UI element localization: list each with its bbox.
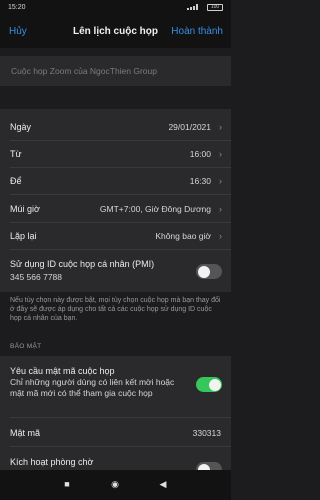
chevron-right-icon: › — [219, 122, 222, 132]
require-password-row: Yêu cầu mật mã cuộc họp Chỉ những người … — [0, 359, 231, 407]
meeting-topic-input[interactable]: Cuộc họp Zoom của NgocThien Group — [0, 56, 231, 86]
divider — [10, 417, 231, 418]
back-icon[interactable]: ◀ — [158, 479, 168, 489]
battery-icon: 100 — [207, 4, 223, 11]
password-label: Mật mã — [10, 428, 41, 438]
password-value: 330313 — [192, 428, 221, 438]
recents-icon[interactable]: ■ — [62, 479, 72, 489]
signal-icon — [187, 4, 198, 10]
home-icon[interactable]: ◉ — [110, 479, 120, 489]
from-label: Từ — [10, 149, 22, 159]
divider — [10, 249, 231, 250]
pmi-row: Sử dụng ID cuộc họp cá nhân (PMI) 345 56… — [0, 255, 231, 287]
repeat-label: Lặp lại — [10, 231, 37, 241]
timezone-label: Múi giờ — [10, 204, 40, 214]
timezone-row[interactable]: Múi giờ GMT+7:00, Giờ Đông Dương › — [0, 196, 231, 222]
pmi-note: Nếu tùy chọn này được bật, mọi tùy chọn … — [10, 297, 221, 322]
chevron-right-icon: › — [219, 204, 222, 214]
date-label: Ngày — [10, 122, 32, 132]
topic-placeholder: Cuộc họp Zoom của NgocThien Group — [11, 66, 157, 76]
chevron-right-icon: › — [219, 176, 222, 186]
require-password-desc: Chỉ những người dùng có liên kết mời hoặ… — [10, 377, 175, 398]
schedule-group: Ngày 29/01/2021 › Từ 16:00 › Để 16:30 › … — [0, 109, 231, 292]
chevron-right-icon: › — [219, 149, 222, 159]
divider — [10, 446, 231, 447]
require-password-toggle[interactable] — [196, 377, 222, 392]
to-label: Để — [10, 176, 22, 186]
date-row[interactable]: Ngày 29/01/2021 › — [0, 114, 231, 140]
pmi-value: 345 566 7788 — [10, 272, 62, 282]
to-value: 16:30 — [189, 176, 211, 186]
security-header: BẢO MẬT — [10, 343, 42, 350]
system-nav-bar: ■ ◉ ◀ — [0, 470, 231, 500]
security-group: Yêu cầu mật mã cuộc họp Chỉ những người … — [0, 356, 231, 488]
from-row[interactable]: Từ 16:00 › — [0, 141, 231, 167]
toggle-knob — [208, 378, 221, 391]
toggle-knob — [197, 265, 210, 278]
timezone-value: GMT+7:00, Giờ Đông Dương — [99, 204, 211, 214]
done-button[interactable]: Hoàn thành — [171, 26, 223, 37]
status-bar: 15:20 100 — [0, 0, 231, 16]
require-password-label: Yêu cầu mật mã cuộc họp — [10, 366, 115, 376]
divider — [10, 194, 231, 195]
from-value: 16:00 — [189, 149, 211, 159]
pmi-toggle[interactable] — [196, 264, 222, 279]
status-time: 15:20 — [8, 4, 26, 11]
nav-bar: Hủy Lên lịch cuộc họp Hoàn thành — [0, 16, 231, 48]
repeat-value: Không bao giờ — [155, 231, 211, 241]
password-row[interactable]: Mật mã 330313 — [0, 420, 231, 446]
to-row[interactable]: Để 16:30 › — [0, 168, 231, 194]
chevron-right-icon: › — [219, 231, 222, 241]
repeat-row[interactable]: Lặp lại Không bao giờ › — [0, 223, 231, 249]
pmi-label: Sử dụng ID cuộc họp cá nhân (PMI) — [10, 259, 155, 269]
waiting-room-label: Kích hoạt phòng chờ — [10, 457, 94, 467]
date-value: 29/01/2021 — [168, 122, 211, 132]
